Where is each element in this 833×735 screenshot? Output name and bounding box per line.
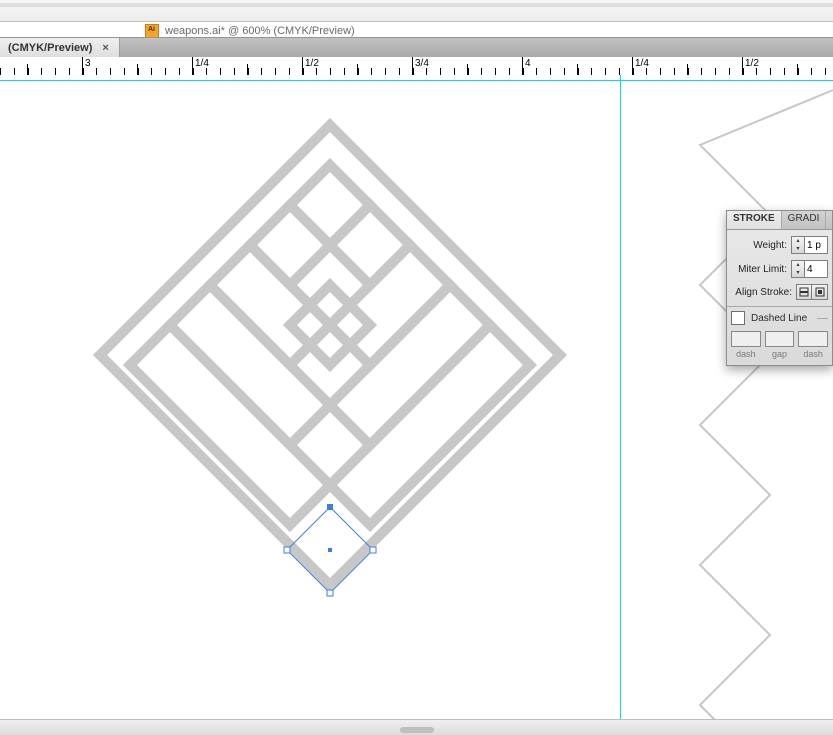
align-stroke-label: Align Stroke: xyxy=(731,287,792,298)
stepper-arrows-icon[interactable]: ▴▾ xyxy=(792,237,805,253)
tab-label: (CMYK/Preview) xyxy=(8,42,92,54)
dashed-line-checkbox[interactable] xyxy=(731,311,745,325)
tab-stroke[interactable]: STROKE xyxy=(727,211,782,229)
dash-input-1[interactable] xyxy=(731,331,761,347)
dash-input-2[interactable] xyxy=(798,331,828,347)
document-title-text: weapons.ai* @ 600% (CMYK/Preview) xyxy=(165,25,355,37)
document-tab-bar: (CMYK/Preview) × xyxy=(0,37,833,59)
canvas[interactable] xyxy=(0,75,833,735)
ai-file-icon xyxy=(145,24,159,38)
resize-handle-icon[interactable] xyxy=(400,727,434,733)
artwork-svg xyxy=(0,75,833,735)
horizontal-ruler: 31/41/23/441/41/2 xyxy=(0,57,833,76)
dashed-line-label: Dashed Line xyxy=(751,313,807,324)
align-stroke-inside-button[interactable] xyxy=(812,284,828,300)
tab-gradient[interactable]: GRADI xyxy=(782,211,827,229)
miter-stepper[interactable]: ▴▾ xyxy=(791,260,828,278)
gap-label-1: gap xyxy=(765,349,795,359)
weight-stepper[interactable]: ▴▾ xyxy=(791,236,828,254)
miter-input[interactable] xyxy=(805,264,827,275)
close-icon[interactable]: × xyxy=(100,42,110,54)
ruler-label: 3 xyxy=(85,58,91,69)
miter-label: Miter Limit: xyxy=(731,264,787,275)
gap-input-1[interactable] xyxy=(765,331,795,347)
menubar-strip xyxy=(0,0,833,22)
status-bar xyxy=(0,719,833,735)
stepper-arrows-icon[interactable]: ▴▾ xyxy=(792,261,805,277)
dash-label-2: dash xyxy=(798,349,828,359)
document-tab-active[interactable]: (CMYK/Preview) × xyxy=(0,38,120,58)
weight-label: Weight: xyxy=(731,240,787,251)
stroke-panel[interactable]: STROKE GRADI Weight: ▴▾ Miter Limit: ▴▾ … xyxy=(726,210,833,366)
dash-gap-slots: dash gap dash xyxy=(731,331,828,359)
panel-tabs: STROKE GRADI xyxy=(727,211,832,230)
weight-input[interactable] xyxy=(805,240,827,251)
ruler-label: 4 xyxy=(525,58,531,69)
align-stroke-center-button[interactable] xyxy=(796,284,812,300)
dash-label-1: dash xyxy=(731,349,761,359)
